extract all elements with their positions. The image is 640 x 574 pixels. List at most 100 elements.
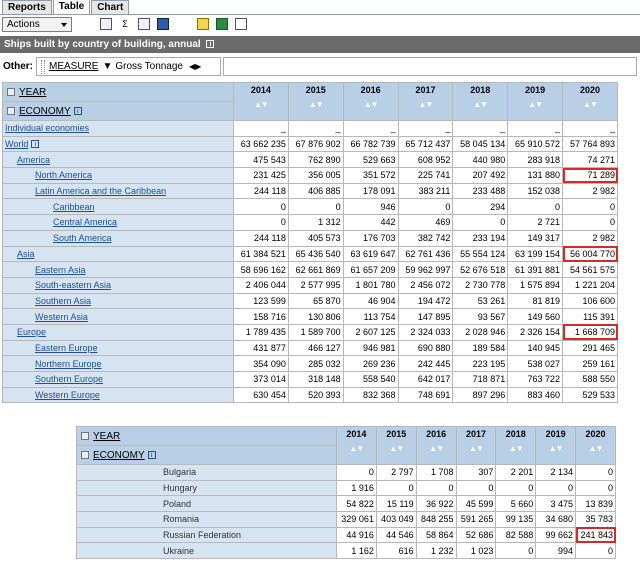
drag-handle-icon[interactable] bbox=[41, 59, 45, 74]
sort-arrows-icon[interactable]: ▲▼ bbox=[399, 100, 452, 109]
year-column-header[interactable]: 2015 ▲▼ bbox=[375, 426, 417, 465]
sort-arrows-icon[interactable]: ▲▼ bbox=[577, 444, 615, 453]
value-cell: 44 916 bbox=[336, 526, 377, 544]
row-label[interactable]: South-eastern Asia bbox=[2, 276, 234, 294]
measure-dimension-label[interactable]: MEASURE bbox=[49, 61, 98, 72]
year-column-header[interactable]: 2014 ▲▼ bbox=[336, 426, 377, 465]
row-label[interactable]: Southern Europe bbox=[2, 371, 234, 388]
year-column-header[interactable]: 2016 ▲▼ bbox=[342, 82, 399, 121]
row-label[interactable]: World i bbox=[2, 135, 234, 153]
year-axis-label[interactable]: YEAR bbox=[93, 431, 120, 442]
row-label[interactable]: North America bbox=[2, 167, 234, 184]
row-label[interactable]: Asia bbox=[2, 245, 234, 263]
sort-arrows-icon[interactable]: ▲▼ bbox=[509, 100, 562, 109]
prev-next-icon[interactable]: ◀▶ bbox=[189, 62, 201, 71]
measure-selector[interactable]: MEASURE ▼ Gross Tonnage ◀▶ bbox=[36, 57, 221, 76]
economy-axis-label[interactable]: ECONOMY bbox=[19, 106, 71, 117]
row-label[interactable]: Eastern Europe bbox=[2, 339, 234, 357]
row-label[interactable]: Southern Asia bbox=[2, 292, 234, 310]
year-column-header[interactable]: 2017 ▲▼ bbox=[455, 426, 497, 465]
row-label-text[interactable]: Asia bbox=[17, 249, 35, 259]
year-column-header[interactable]: 2018 ▲▼ bbox=[452, 82, 509, 121]
year-axis[interactable]: YEAR bbox=[76, 426, 337, 446]
info-icon[interactable]: i bbox=[147, 450, 156, 459]
dropdown-triangle-icon[interactable]: ▼ bbox=[102, 61, 112, 72]
sum-icon[interactable]: Σ bbox=[119, 18, 131, 30]
year-column-header[interactable]: 2019 ▲▼ bbox=[535, 426, 577, 465]
row-label-text[interactable]: Eastern Asia bbox=[35, 265, 86, 275]
tab-reports[interactable]: Reports bbox=[2, 0, 52, 14]
value-cell: 194 472 bbox=[397, 292, 454, 310]
economy-axis[interactable]: ECONOMY i bbox=[2, 101, 234, 121]
economy-axis[interactable]: ECONOMY i bbox=[76, 445, 337, 465]
sort-arrows-icon[interactable]: ▲▼ bbox=[454, 100, 507, 109]
sort-arrows-icon[interactable]: ▲▼ bbox=[289, 100, 342, 109]
row-label-text[interactable]: North America bbox=[35, 170, 92, 180]
folder-icon[interactable] bbox=[197, 18, 209, 30]
row-label-text[interactable]: Central America bbox=[53, 217, 117, 227]
row-label-text[interactable]: Latin America and the Caribbean bbox=[35, 186, 166, 196]
year-column-header[interactable]: 2016 ▲▼ bbox=[415, 426, 457, 465]
info-icon[interactable]: i bbox=[31, 140, 40, 149]
row-label[interactable]: Latin America and the Caribbean bbox=[2, 182, 234, 200]
year-column-header[interactable]: 2020 ▲▼ bbox=[562, 82, 618, 121]
sort-arrows-icon[interactable]: ▲▼ bbox=[417, 444, 455, 453]
row-label-text[interactable]: Western Asia bbox=[35, 312, 88, 322]
row-label[interactable]: South America bbox=[2, 229, 234, 247]
row-label[interactable]: Central America bbox=[2, 214, 234, 231]
row-label-text[interactable]: Southern Europe bbox=[35, 374, 103, 384]
pivot-table-icon[interactable] bbox=[100, 18, 112, 30]
collapse-toggle-icon[interactable] bbox=[81, 450, 89, 459]
sort-arrows-icon[interactable]: ▲▼ bbox=[457, 444, 495, 453]
row-label[interactable]: Individual economies bbox=[2, 120, 234, 137]
excel-export-icon[interactable] bbox=[216, 18, 228, 30]
row-label-text[interactable]: World bbox=[5, 139, 28, 149]
collapse-toggle-icon[interactable] bbox=[7, 106, 15, 115]
sort-arrows-icon[interactable]: ▲▼ bbox=[337, 444, 375, 453]
sort-arrows-icon[interactable]: ▲▼ bbox=[537, 444, 575, 453]
info-icon[interactable]: i bbox=[206, 40, 215, 48]
year-column-header[interactable]: 2019 ▲▼ bbox=[507, 82, 564, 121]
year-column-header[interactable]: 2018 ▲▼ bbox=[495, 426, 537, 465]
save-icon[interactable] bbox=[157, 18, 169, 30]
row-label-text[interactable]: Western Europe bbox=[35, 390, 100, 400]
row-label[interactable]: Caribbean bbox=[2, 198, 234, 216]
tab-table[interactable]: Table bbox=[52, 0, 91, 14]
row-label[interactable]: Western Europe bbox=[2, 386, 234, 404]
export-file-icon[interactable] bbox=[235, 18, 247, 30]
copy-icon[interactable] bbox=[138, 18, 150, 30]
year-column-header[interactable]: 2017 ▲▼ bbox=[397, 82, 454, 121]
actions-dropdown[interactable]: Actions bbox=[2, 16, 72, 32]
sort-arrows-icon[interactable]: ▲▼ bbox=[497, 444, 535, 453]
year-column-header[interactable]: 2020 ▲▼ bbox=[575, 426, 616, 465]
row-label-text[interactable]: Southern Asia bbox=[35, 296, 91, 306]
sort-arrows-icon[interactable]: ▲▼ bbox=[344, 100, 397, 109]
row-label-text[interactable]: South America bbox=[53, 233, 112, 243]
value-cell: 832 368 bbox=[342, 386, 399, 404]
row-label[interactable]: Europe bbox=[2, 323, 234, 341]
row-label[interactable]: Northern Europe bbox=[2, 355, 234, 372]
year-column-header[interactable]: 2015 ▲▼ bbox=[287, 82, 344, 121]
row-label-text[interactable]: South-eastern Asia bbox=[35, 280, 111, 290]
year-column-header[interactable]: 2014 ▲▼ bbox=[233, 82, 289, 121]
row-label-text[interactable]: Europe bbox=[17, 327, 46, 337]
year-axis-label[interactable]: YEAR bbox=[19, 87, 46, 98]
sort-arrows-icon[interactable]: ▲▼ bbox=[234, 100, 287, 109]
row-label[interactable]: Eastern Asia bbox=[2, 261, 234, 278]
row-label-text[interactable]: America bbox=[17, 155, 50, 165]
year-axis[interactable]: YEAR bbox=[2, 82, 234, 102]
row-label-text[interactable]: Eastern Europe bbox=[35, 343, 98, 353]
row-label[interactable]: America bbox=[2, 151, 234, 169]
value-cell: 946 bbox=[342, 198, 399, 216]
row-label-text[interactable]: Individual economies bbox=[5, 123, 89, 133]
tab-chart[interactable]: Chart bbox=[91, 0, 130, 14]
sort-arrows-icon[interactable]: ▲▼ bbox=[564, 100, 617, 109]
row-label-text[interactable]: Caribbean bbox=[53, 202, 95, 212]
sort-arrows-icon[interactable]: ▲▼ bbox=[377, 444, 415, 453]
collapse-toggle-icon[interactable] bbox=[81, 431, 89, 440]
info-icon[interactable]: i bbox=[73, 106, 82, 115]
row-label[interactable]: Western Asia bbox=[2, 308, 234, 325]
collapse-toggle-icon[interactable] bbox=[7, 87, 15, 96]
economy-axis-label[interactable]: ECONOMY bbox=[93, 450, 145, 461]
row-label-text[interactable]: Northern Europe bbox=[35, 359, 102, 369]
